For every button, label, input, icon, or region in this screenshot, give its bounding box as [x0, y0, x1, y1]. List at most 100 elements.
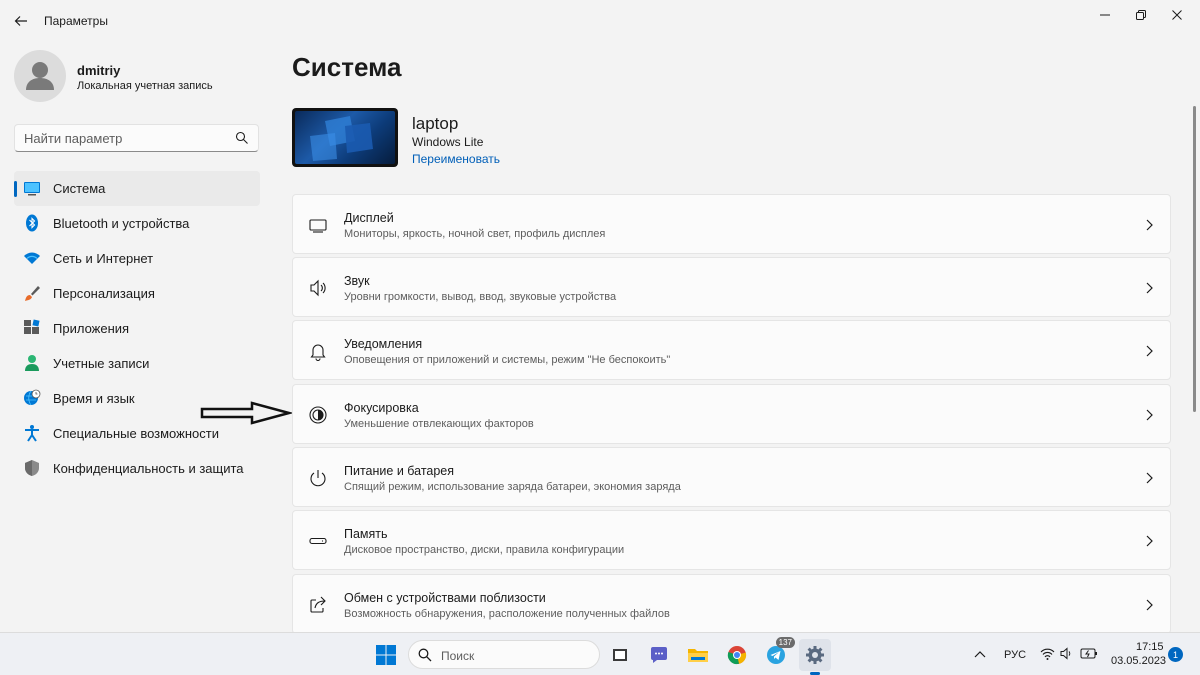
close-icon — [1172, 10, 1182, 20]
card-description: Дисковое пространство, диски, правила ко… — [344, 544, 625, 556]
minimize-icon — [1100, 14, 1110, 16]
scrollbar[interactable] — [1193, 106, 1196, 412]
card-title: Питание и батарея — [344, 464, 455, 478]
sidebar-item-label: Bluetooth и устройства — [53, 216, 190, 231]
card-description: Уменьшение отвлекающих факторов — [344, 418, 534, 430]
card-nearby-sharing[interactable]: Обмен с устройствами поблизости Возможно… — [292, 574, 1171, 632]
sidebar-item-personalization[interactable]: Персонализация — [14, 276, 260, 311]
task-view-icon — [613, 649, 627, 661]
wifi-icon[interactable] — [1040, 647, 1055, 660]
shield-icon — [25, 460, 39, 476]
app-title: Параметры — [44, 14, 108, 28]
globe-clock-icon — [24, 389, 41, 406]
share-icon — [310, 596, 326, 613]
card-description: Уровни громкости, вывод, ввод, звуковые … — [344, 291, 617, 303]
settings-cards: Дисплей Мониторы, яркость, ночной свет, … — [292, 194, 1171, 632]
taskbar: Поиск 137 РУС 17:15 03.05.2023 1 — [0, 632, 1200, 675]
sidebar-item-bluetooth[interactable]: Bluetooth и устройства — [14, 206, 260, 241]
gear-icon — [806, 646, 824, 664]
title-bar: Параметры — [0, 0, 1200, 42]
folder-icon — [688, 649, 708, 662]
user-silhouette-icon — [26, 62, 54, 90]
sidebar-item-label: Система — [53, 181, 106, 196]
wifi-icon — [24, 252, 40, 264]
back-button[interactable] — [8, 8, 34, 34]
search-icon — [418, 648, 432, 662]
card-storage[interactable]: Память Дисковое пространство, диски, пра… — [292, 510, 1171, 570]
chevron-right-icon — [1146, 345, 1153, 357]
taskbar-app-chrome[interactable] — [721, 639, 753, 671]
sidebar-nav: Система Bluetooth и устройства Сеть и Ин… — [14, 171, 260, 486]
rename-link[interactable]: Переименовать — [412, 152, 500, 166]
chevron-right-icon — [1146, 535, 1153, 547]
close-button[interactable] — [1154, 0, 1200, 30]
chevron-right-icon — [1146, 282, 1153, 294]
avatar — [14, 50, 66, 102]
card-description: Возможность обнаружения, расположение по… — [344, 608, 670, 620]
sidebar-item-system[interactable]: Система — [14, 171, 260, 206]
sidebar-item-label: Приложения — [53, 321, 130, 336]
sidebar-item-label: Учетные записи — [53, 356, 150, 371]
sidebar-item-label: Конфиденциальность и защита — [53, 461, 244, 476]
taskbar-app-telegram[interactable]: 137 — [760, 637, 795, 671]
taskbar-app-task-view[interactable] — [604, 639, 636, 671]
card-description: Мониторы, яркость, ночной свет, профиль … — [344, 228, 606, 240]
device-name: laptop — [412, 114, 459, 133]
sidebar-item-apps[interactable]: Приложения — [14, 311, 260, 346]
brush-icon — [25, 286, 40, 301]
notification-badge[interactable]: 1 — [1168, 647, 1183, 662]
wallpaper-preview — [295, 111, 395, 164]
settings-search[interactable] — [14, 124, 259, 152]
wallpaper-shapes — [310, 116, 373, 161]
user-profile[interactable]: dmitriy Локальная учетная запись — [14, 50, 264, 106]
sidebar-item-label: Сеть и Интернет — [53, 251, 154, 266]
battery-icon[interactable] — [1080, 647, 1098, 660]
apps-icon — [24, 319, 40, 334]
chevron-right-icon — [1146, 219, 1153, 231]
account-icon — [25, 355, 39, 371]
card-focus[interactable]: Фокусировка Уменьшение отвлекающих факто… — [292, 384, 1171, 444]
sidebar-item-privacy[interactable]: Конфиденциальность и защита — [14, 451, 260, 486]
search-input[interactable] — [24, 131, 224, 146]
clock-date[interactable]: 03.05.2023 — [1111, 655, 1166, 667]
accessibility-icon — [25, 425, 39, 442]
card-title: Память — [344, 527, 388, 541]
card-title: Дисплей — [344, 211, 394, 225]
monitor-icon — [24, 182, 40, 196]
chevron-up-icon[interactable] — [974, 649, 986, 659]
start-button[interactable] — [370, 639, 402, 671]
power-icon — [310, 470, 326, 487]
sidebar-item-label: Персонализация — [53, 286, 155, 301]
speaker-icon[interactable] — [1060, 647, 1073, 660]
card-sound[interactable]: Звук Уровни громкости, вывод, ввод, звук… — [292, 257, 1171, 317]
taskbar-search[interactable]: Поиск — [408, 640, 600, 669]
card-title: Уведомления — [344, 337, 423, 351]
chat-icon — [651, 647, 667, 663]
sidebar-item-label: Специальные возможности — [53, 426, 219, 441]
focus-icon — [309, 406, 327, 424]
bell-icon — [310, 344, 326, 361]
card-title: Обмен с устройствами поблизости — [344, 591, 546, 605]
chrome-icon — [727, 646, 747, 665]
speaker-icon — [310, 279, 326, 297]
chevron-right-icon — [1146, 409, 1153, 421]
card-title: Фокусировка — [344, 401, 419, 415]
display-icon — [309, 219, 327, 233]
taskbar-app-explorer[interactable] — [682, 639, 714, 671]
clock-time[interactable]: 17:15 — [1136, 641, 1164, 653]
telegram-badge: 137 — [775, 637, 795, 648]
card-display[interactable]: Дисплей Мониторы, яркость, ночной свет, … — [292, 194, 1171, 254]
sidebar-item-accounts[interactable]: Учетные записи — [14, 346, 260, 381]
card-notifications[interactable]: Уведомления Оповещения от приложений и с… — [292, 320, 1171, 380]
page-title: Система — [292, 52, 402, 82]
taskbar-app-settings[interactable] — [799, 639, 831, 675]
taskbar-app-chat[interactable] — [643, 639, 675, 671]
search-icon — [235, 131, 248, 144]
restore-icon — [1136, 10, 1146, 20]
language-indicator[interactable]: РУС — [1004, 649, 1026, 661]
card-power[interactable]: Питание и батарея Спящий режим, использо… — [292, 447, 1171, 507]
sidebar-item-network[interactable]: Сеть и Интернет — [14, 241, 260, 276]
device-thumbnail — [292, 108, 398, 167]
taskbar-search-label: Поиск — [441, 649, 475, 663]
chevron-right-icon — [1146, 599, 1153, 611]
